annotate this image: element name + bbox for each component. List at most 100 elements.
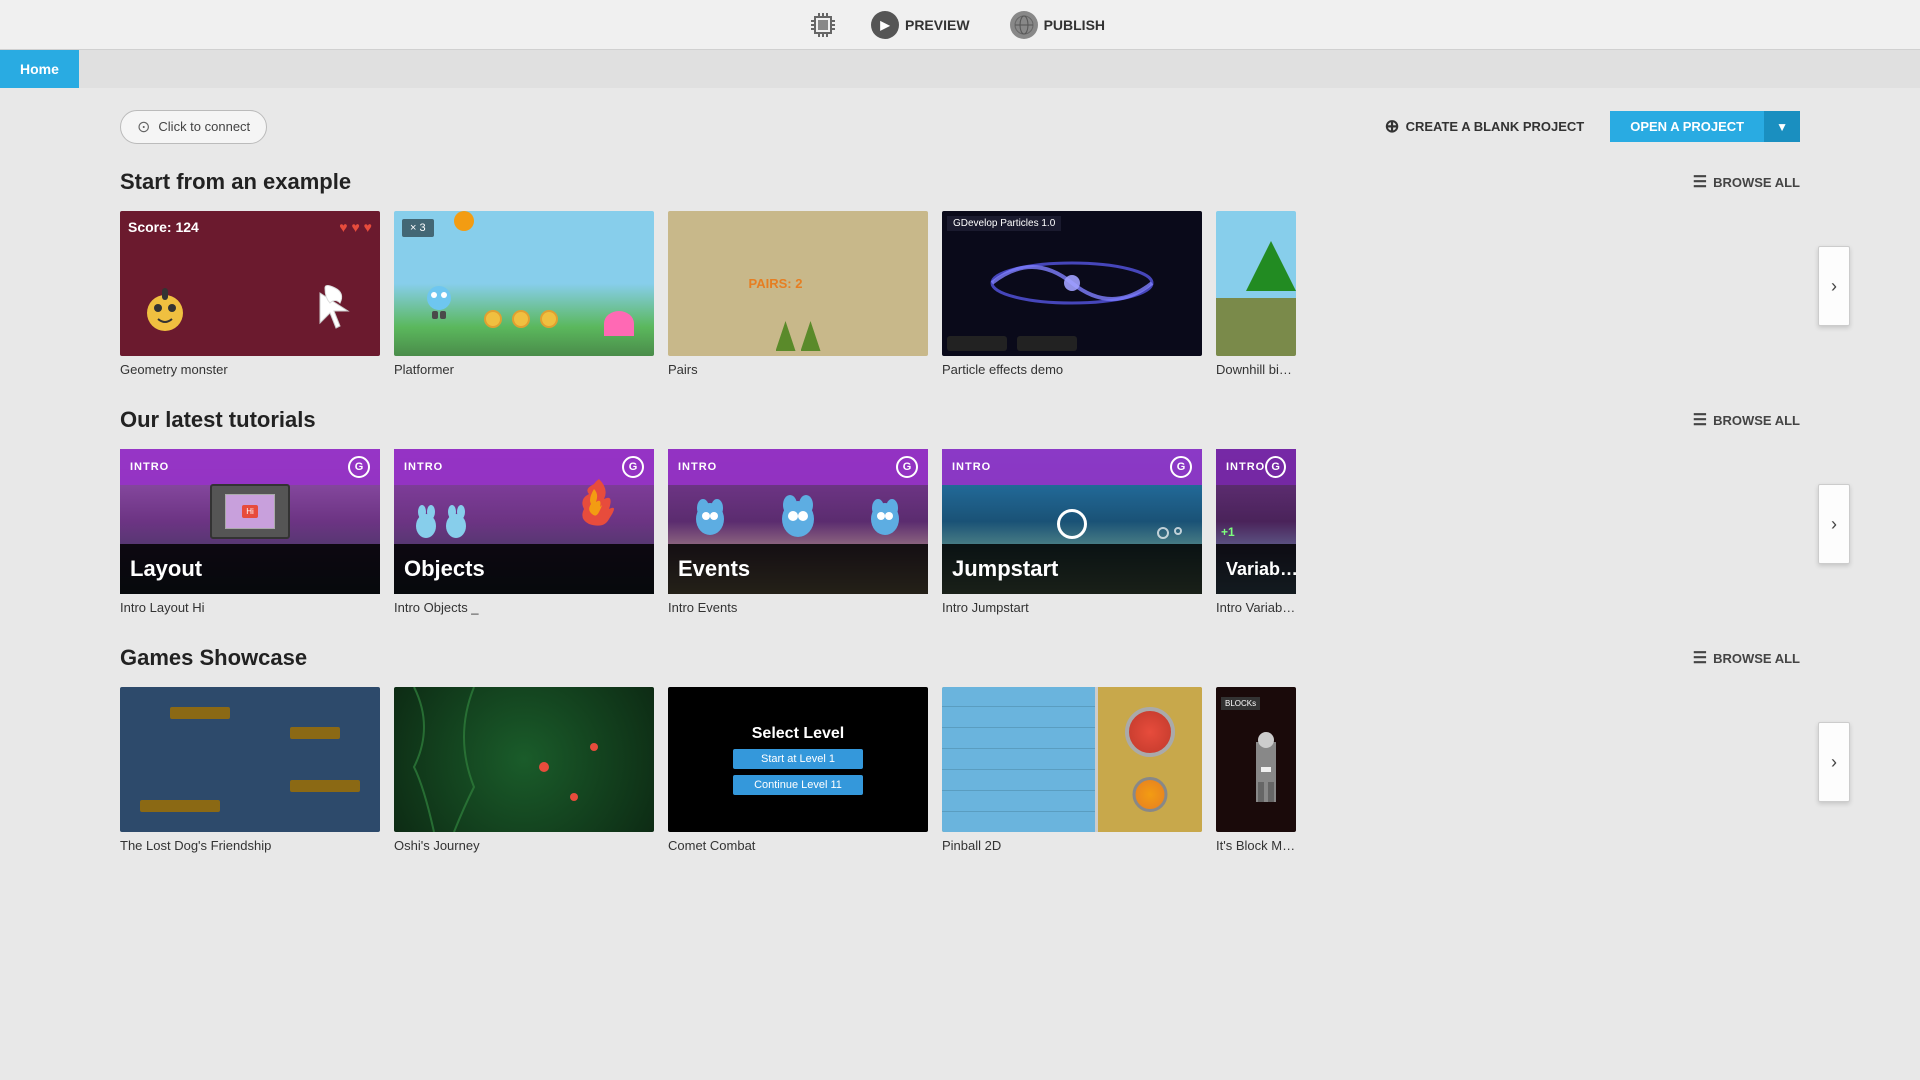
particles-label: Particle effects demo [942,362,1202,377]
preview-label: PREVIEW [905,17,970,33]
pinball-label: Pinball 2D [942,838,1202,853]
showcase-card-lost-dog[interactable]: The Lost Dog's Friendship [120,687,380,853]
top-bar-center: ▶ PREVIEW PUBLISH [805,7,1115,43]
plus-icon: ⊕ [1384,116,1399,137]
showcase-browse-all[interactable]: ☰ BROWSE ALL [1693,648,1800,668]
showcase-browse-label: BROWSE ALL [1713,651,1800,666]
orange-coin-top [454,211,474,231]
tut-gdevelop-logo-objects: G [622,456,644,478]
tut-top-bar-layout: Intro G [120,449,380,485]
hearts-text: ♥ ♥ ♥ [339,219,372,235]
cursor-icon [310,283,360,336]
tut-top-bar-jumpstart: Intro G [942,449,1202,485]
tut-intro-label-events: Intro [678,461,717,473]
particles-controls [947,336,1077,351]
platformer-character [424,283,454,326]
tutorials-browse-all[interactable]: ☰ BROWSE ALL [1693,410,1800,430]
lost-dog-label: The Lost Dog's Friendship [120,838,380,853]
play-icon: ▶ [871,11,899,39]
publish-button[interactable]: PUBLISH [1000,7,1115,43]
list-icon-2: ☰ [1693,410,1707,430]
example-card-pairs[interactable]: PAIRS: 2 [668,211,928,377]
tut-title-variables: Variab… [1216,544,1296,594]
pairs-label: Pairs [668,362,928,377]
blue-creatures [668,489,928,539]
click-to-connect-button[interactable]: ⊙ Click to connect [120,110,267,144]
showcase-next-button[interactable]: › [1818,722,1850,802]
create-blank-label: CREATE A BLANK PROJECT [1406,119,1585,134]
example-card-downhill[interactable]: Downhill bik… [1216,211,1296,377]
tut-title-events: Events [668,544,928,594]
downhill-label: Downhill bik… [1216,362,1296,377]
main-content: ⊙ Click to connect ⊕ CREATE A BLANK PROJ… [0,88,1920,1080]
oshi-label: Oshi's Journey [394,838,654,853]
start-level-btn: Start at Level 1 [733,749,863,769]
top-bar: ▶ PREVIEW PUBLISH [0,0,1920,50]
bunny-characters [414,504,469,539]
laptop-screen: Hi [210,484,290,539]
example-card-geometry[interactable]: Score: 124 ♥ ♥ ♥ [120,211,380,377]
tut-title-objects: Objects [394,544,654,594]
geometry-label: Geometry monster [120,362,380,377]
tutorial-card-layout[interactable]: Intro G Hi Layout Intro Layout Hi [120,449,380,615]
tutorial-card-objects[interactable]: Intro G [394,449,654,615]
chevron-down-icon: ▼ [1776,120,1788,134]
layout-tut-label: Intro Layout Hi [120,600,380,615]
home-label: Home [20,61,59,77]
tut-intro-label-variables: Intro [1226,461,1265,473]
tut-gdevelop-logo-variables: G [1265,456,1286,478]
example-card-platformer[interactable]: × 3 [394,211,654,377]
processor-icon[interactable] [805,7,841,43]
tutorial-card-events[interactable]: Intro G [668,449,928,615]
tutorial-card-variables[interactable]: Intro G +1 Variab… Intro Variab… [1216,449,1296,615]
coins [484,310,558,328]
chevron-right-icon: › [1831,276,1837,297]
tut-gdevelop-logo-jumpstart: G [1170,456,1192,478]
tutorial-card-jumpstart[interactable]: Intro G Jumpstart Intro Jumpstart [942,449,1202,615]
comet-label: Comet Combat [668,838,928,853]
pairs-plants [668,321,928,351]
tut-top-bar-variables: Intro G [1216,449,1296,485]
action-row: ⊙ Click to connect ⊕ CREATE A BLANK PROJ… [120,108,1800,145]
showcase-card-blocks[interactable]: BLOCKs It's Block Ma… [1216,687,1296,853]
showcase-title: Games Showcase [120,645,307,671]
tut-intro-label-objects: Intro [404,461,443,473]
tut-gdevelop-logo-layout: G [348,456,370,478]
examples-next-button[interactable]: › [1818,246,1850,326]
lost-dog-bg [120,687,380,832]
continue-level-btn: Continue Level 11 [733,775,863,795]
showcase-card-pinball[interactable]: Pinball 2D [942,687,1202,853]
examples-browse-all[interactable]: ☰ BROWSE ALL [1693,172,1800,192]
open-project-container[interactable]: OPEN A PROJECT ▼ [1610,111,1800,142]
blocks-label: It's Block Ma… [1216,838,1296,853]
open-project-button[interactable]: OPEN A PROJECT [1610,111,1764,142]
tut-intro-label-jumpstart: Intro [952,461,991,473]
home-nav-item[interactable]: Home [0,50,79,88]
character-icon [140,273,190,336]
tree-shape [1246,241,1296,291]
tutorials-title: Our latest tutorials [120,407,316,433]
lives-counter: × 3 [402,219,434,237]
blocks-sign: BLOCKs [1221,697,1260,710]
pairs-grid [808,238,853,330]
open-project-dropdown[interactable]: ▼ [1764,111,1800,142]
chevron-right-icon-3: › [1831,752,1837,773]
list-icon-3: ☰ [1693,648,1707,668]
tut-title-jumpstart: Jumpstart [942,544,1202,594]
publish-label: PUBLISH [1044,17,1105,33]
nav-bar: Home [0,50,1920,88]
tutorials-next-button[interactable]: › [1818,484,1850,564]
bubble-objects [1157,527,1182,539]
plus-counter: +1 [1221,525,1235,539]
examples-cards-wrapper: Score: 124 ♥ ♥ ♥ [120,211,1800,377]
preview-button[interactable]: ▶ PREVIEW [861,7,980,43]
create-blank-button[interactable]: ⊕ CREATE A BLANK PROJECT [1370,108,1598,145]
examples-browse-label: BROWSE ALL [1713,175,1800,190]
action-buttons: ⊕ CREATE A BLANK PROJECT OPEN A PROJECT … [1370,108,1800,145]
example-card-particles[interactable]: GDevelop Particles 1.0 [942,211,1202,377]
list-icon: ☰ [1693,172,1707,192]
showcase-card-oshi[interactable]: Oshi's Journey [394,687,654,853]
tutorials-cards-row: Intro G Hi Layout Intro Layout Hi [120,449,1800,615]
showcase-card-comet[interactable]: Select Level Start at Level 1 Continue L… [668,687,928,853]
pink-blob [604,311,634,336]
